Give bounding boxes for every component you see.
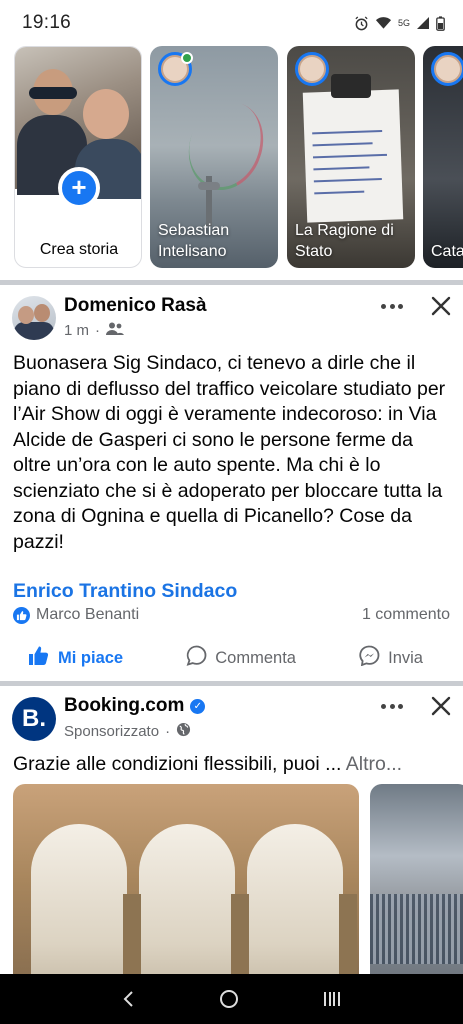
like-label: Mi piace bbox=[58, 648, 124, 667]
back-icon[interactable] bbox=[122, 990, 136, 1008]
online-indicator bbox=[181, 52, 193, 64]
recents-icon[interactable] bbox=[322, 990, 342, 1008]
signal-icon bbox=[416, 16, 430, 30]
sponsored-label[interactable]: Sponsorizzato bbox=[64, 723, 159, 740]
post-header: Domenico Rasà 1 m · bbox=[0, 285, 463, 349]
ad-text[interactable]: Grazie alle condizioni flessibili, puoi … bbox=[13, 753, 453, 776]
post-author[interactable]: Booking.com ✓ bbox=[64, 695, 206, 717]
wifi-icon bbox=[375, 16, 392, 30]
status-time: 19:16 bbox=[22, 12, 72, 33]
comment-icon bbox=[186, 645, 207, 671]
close-icon[interactable] bbox=[429, 694, 453, 718]
send-button[interactable]: Invia bbox=[359, 645, 423, 671]
avatar[interactable] bbox=[12, 296, 56, 340]
ad-text-body: Grazie alle condizioni flessibili, puoi … bbox=[13, 753, 342, 775]
post-text: Buonasera Sig Sindaco, ci tenevo a dirle… bbox=[13, 352, 446, 553]
post-header: B. Booking.com ✓ Sponsorizzato · bbox=[0, 686, 463, 750]
like-badge-icon bbox=[13, 606, 30, 624]
author-name: Booking.com bbox=[64, 695, 185, 716]
comment-button[interactable]: Commenta bbox=[186, 645, 296, 671]
plus-icon[interactable]: + bbox=[58, 167, 100, 209]
comment-label: Commenta bbox=[215, 648, 296, 667]
globe-icon bbox=[176, 722, 191, 741]
home-icon[interactable] bbox=[219, 989, 239, 1009]
avatar bbox=[431, 52, 463, 86]
like-button[interactable]: Mi piace bbox=[28, 645, 123, 671]
post-actions: Mi piace Commenta Invia bbox=[0, 638, 463, 678]
network-label: 5G bbox=[397, 18, 410, 28]
story-card[interactable]: Cata bbox=[423, 46, 463, 268]
post-time[interactable]: 1 m bbox=[64, 322, 89, 339]
avatar bbox=[295, 52, 329, 86]
story-card[interactable]: Sebastian Intelisano bbox=[150, 46, 278, 268]
alarm-icon bbox=[354, 15, 369, 31]
more-options-icon[interactable] bbox=[377, 296, 407, 316]
tagged-page-link[interactable]: Enrico Trantino Sindaco bbox=[13, 580, 237, 603]
battery-icon bbox=[436, 15, 445, 31]
post-meta: 1 m · bbox=[64, 322, 125, 339]
more-options-icon[interactable] bbox=[377, 696, 407, 716]
story-name: Sebastian Intelisano bbox=[158, 222, 230, 260]
story-name: La Ragione di Stato bbox=[295, 222, 394, 260]
create-story-card[interactable]: + Crea storia bbox=[14, 46, 142, 268]
send-label: Invia bbox=[388, 648, 423, 667]
comments-count[interactable]: 1 commento bbox=[362, 606, 450, 624]
close-icon[interactable] bbox=[429, 294, 453, 318]
create-story-label: Crea storia bbox=[39, 241, 119, 258]
status-bar: 19:16 5G bbox=[0, 0, 463, 46]
thumbs-up-icon bbox=[28, 645, 50, 671]
see-more-link[interactable]: Altro... bbox=[346, 753, 402, 775]
messenger-icon bbox=[359, 645, 380, 671]
status-icons: 5G bbox=[354, 15, 445, 31]
story-name: Cata bbox=[431, 243, 463, 260]
avatar[interactable]: B. bbox=[12, 697, 56, 741]
system-nav-bar bbox=[0, 974, 463, 1024]
stories-row: + Crea storia Sebastian Intelisano La Ra… bbox=[0, 46, 463, 278]
reaction-user: Marco Benanti bbox=[36, 606, 140, 623]
verified-badge-icon: ✓ bbox=[190, 699, 206, 714]
post-author[interactable]: Domenico Rasà bbox=[64, 295, 207, 317]
reactions-summary[interactable]: Marco Benanti bbox=[13, 606, 139, 624]
post-meta: Sponsorizzato · bbox=[64, 722, 191, 741]
friends-icon bbox=[106, 322, 125, 339]
story-card[interactable]: La Ragione di Stato bbox=[287, 46, 415, 268]
